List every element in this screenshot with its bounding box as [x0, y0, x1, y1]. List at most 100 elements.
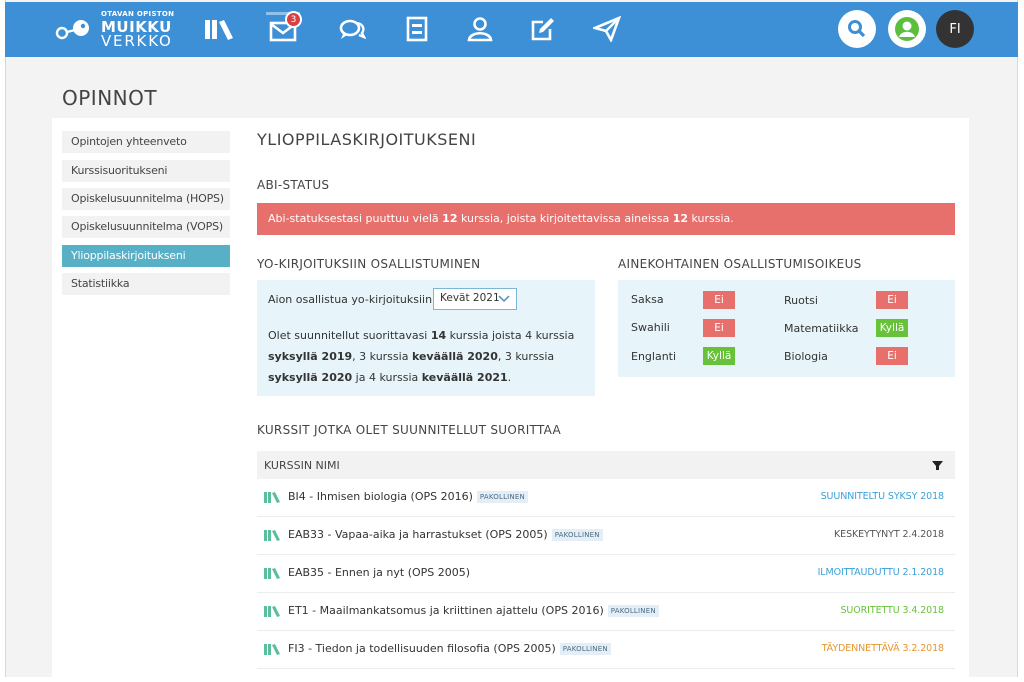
send-icon: [593, 16, 621, 42]
course-icon: [264, 644, 280, 655]
course-status: ILMOITTAUDUTTU 2.1.2018: [817, 567, 945, 578]
plan-term: syksyllä 2019: [268, 350, 353, 363]
participation-box: Aion osallistua yo-kirjoituksiin Kevät 2…: [257, 280, 595, 396]
plan-summary: Olet suunnitellut suorittavasi 14 kurssi…: [268, 325, 578, 388]
subject-name: Englanti: [631, 350, 677, 363]
mandatory-tag: PAKOLLINEN: [607, 605, 659, 617]
term-select-value: Kevät 2021: [440, 292, 500, 304]
muikku-logo[interactable]: OTAVAN OPISTON MUIKKU VERKKO: [53, 10, 183, 50]
chat-icon: [339, 19, 366, 40]
courses-table-header: KURSSIN NIMI: [257, 451, 955, 479]
fish-logo-icon: [55, 20, 89, 40]
course-name: EAB33 - Vapaa-aika ja harrastukset (OPS …: [288, 528, 603, 541]
nav-guider[interactable]: [463, 12, 497, 46]
course-title: FI3 - Tiedon ja todellisuuden filosofia …: [288, 642, 556, 655]
plan-text: ja 4 kurssia: [352, 371, 422, 384]
language-button[interactable]: FI: [936, 10, 974, 48]
subject-name: Biologia: [784, 350, 828, 363]
sidebar-item-course-records[interactable]: Kurssisuoritukseni: [62, 160, 230, 182]
course-status: KESKEYTYNYT 2.4.2018: [834, 529, 944, 540]
alert-missing-count: 12: [442, 212, 458, 225]
course-status: SUORITETTU 3.4.2018: [840, 605, 945, 616]
nav-announcements[interactable]: [590, 12, 624, 46]
sidebar-item-matriculation[interactable]: Ylioppilaskirjoitukseni: [62, 245, 230, 267]
sidebar-item-hops[interactable]: Opiskelusuunnitelma (HOPS): [62, 188, 230, 210]
mandatory-tag: PAKOLLINEN: [559, 643, 611, 655]
logo-sub-text: VERKKO: [101, 32, 173, 50]
abi-status-heading: ABI-STATUS: [257, 178, 330, 192]
subject-status-badge: Ei: [876, 347, 908, 365]
nav-messages[interactable]: 3: [266, 11, 302, 46]
participation-heading: YO-KIRJOITUKSIIN OSALLISTUMINEN: [257, 257, 481, 271]
plan-term: keväällä 2021: [421, 371, 508, 384]
course-name: ET1 - Maailmankatsomus ja kriittinen aja…: [288, 604, 659, 617]
plan-text: , 3 kurssia: [497, 350, 555, 363]
sidebar-item-statistics[interactable]: Statistiikka: [62, 273, 230, 295]
messages-count-badge: 3: [285, 11, 302, 28]
nav-records[interactable]: [400, 12, 434, 46]
alert-text: Abi-statuksestasi puuttuu vielä: [268, 212, 443, 225]
table-row[interactable]: EAB35 - Ennen ja nyt (OPS 2005) ILMOITTA…: [257, 555, 955, 593]
course-title: EAB35 - Ennen ja nyt (OPS 2005): [288, 566, 471, 579]
user-group-icon: [467, 17, 493, 42]
books-icon: [205, 20, 233, 40]
sidebar-item-vops[interactable]: Opiskelusuunnitelma (VOPS): [62, 216, 230, 238]
eligibility-heading: AINEKOHTAINEN OSALLISTUMISOIKEUS: [618, 257, 862, 271]
subject-status-badge: Ei: [703, 319, 735, 337]
participation-label: Aion osallistua yo-kirjoituksiin: [268, 293, 433, 306]
plan-text: kurssia joista 4 kurssia: [446, 329, 575, 342]
subject-status-badge: Kyllä: [703, 347, 735, 365]
nav-evaluation[interactable]: [526, 12, 560, 46]
course-name: FI3 - Tiedon ja todellisuuden filosofia …: [288, 642, 611, 655]
table-row[interactable]: FI3 - Tiedon ja todellisuuden filosofia …: [257, 631, 955, 669]
avatar-icon: [895, 17, 919, 41]
table-row[interactable]: BI4 - Ihmisen biologia (OPS 2016) PAKOLLI…: [257, 479, 955, 517]
alert-subject-count: 12: [672, 212, 688, 225]
sidebar-item-summary[interactable]: Opintojen yhteenveto: [62, 131, 230, 153]
course-icon: [264, 606, 280, 617]
search-icon: [848, 20, 866, 38]
chevron-down-icon: [498, 295, 510, 303]
alert-text: kurssia.: [688, 212, 734, 225]
subject-status-badge: Ei: [876, 291, 908, 309]
table-row[interactable]: EAB33 - Vapaa-aika ja harrastukset (OPS …: [257, 517, 955, 555]
course-name: EAB35 - Ennen ja nyt (OPS 2005): [288, 566, 470, 579]
course-title: ET1 - Maailmankatsomus ja kriittinen aja…: [288, 604, 604, 617]
plan-text: Olet suunnitellut suorittavasi: [268, 329, 431, 342]
course-icon: [264, 530, 280, 541]
plan-text: .: [507, 371, 512, 384]
profile-button[interactable]: [888, 10, 926, 48]
subject-name: Matematiikka: [784, 322, 859, 335]
abi-status-alert: Abi-statuksestasi puuttuu vielä 12 kurss…: [257, 203, 955, 235]
filter-icon[interactable]: [932, 460, 943, 471]
term-select[interactable]: Kevät 2021: [433, 288, 517, 310]
mandatory-tag: PAKOLLINEN: [551, 529, 603, 541]
subject-name: Saksa: [631, 293, 664, 306]
section-title: YLIOPPILASKIRJOITUKSENI: [257, 130, 477, 149]
sidebar: Opintojen yhteenveto Kurssisuoritukseni …: [52, 118, 240, 682]
edit-icon: [531, 18, 554, 41]
nav-books[interactable]: [202, 12, 236, 46]
nav-discussion[interactable]: [335, 12, 369, 46]
course-icon: [264, 492, 280, 503]
plan-term: syksyllä 2020: [268, 371, 353, 384]
courses-heading: KURSSIT JOTKA OLET SUUNNITELLUT SUORITTA…: [257, 423, 562, 437]
subject-status-badge: Ei: [703, 291, 735, 309]
main-content: YLIOPPILASKIRJOITUKSENI ABI-STATUS Abi-s…: [240, 118, 969, 682]
notebook-icon: [406, 16, 428, 42]
course-icon: [264, 568, 280, 579]
subject-name: Swahili: [631, 321, 670, 334]
search-button[interactable]: [838, 10, 876, 48]
alert-text: kurssia, joista kirjoitettavissa aineiss…: [457, 212, 673, 225]
course-title: EAB33 - Vapaa-aika ja harrastukset (OPS …: [288, 528, 548, 541]
mandatory-tag: PAKOLLINEN: [476, 491, 528, 503]
course-status: SUUNNITELTU SYKSY 2018: [820, 491, 945, 502]
course-title: BI4 - Ihmisen biologia (OPS 2016): [288, 490, 473, 503]
course-status: TÄYDENNETTÄVÄ 3.2.2018: [821, 643, 944, 654]
plan-total: 14: [430, 329, 447, 342]
page-title: OPINNOT: [62, 86, 158, 110]
eligibility-box: Saksa Ei Swahili Ei Englanti Kyllä Ruots…: [618, 280, 955, 377]
table-row[interactable]: ET1 - Maailmankatsomus ja kriittinen aja…: [257, 593, 955, 631]
subject-name: Ruotsi: [784, 294, 818, 307]
plan-text: , 3 kurssia: [352, 350, 412, 363]
